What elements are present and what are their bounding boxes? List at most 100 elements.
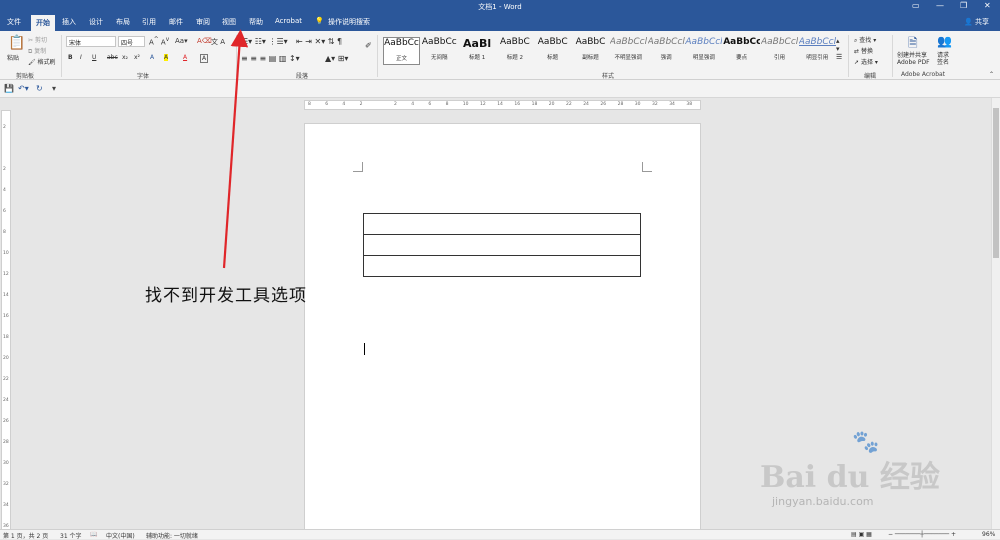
create-share-line1: 创建并共享 bbox=[897, 52, 928, 59]
table-row[interactable] bbox=[363, 255, 641, 277]
style-name: 标题 1 bbox=[468, 55, 486, 61]
style-item[interactable]: AaBl 标题 1 bbox=[459, 37, 496, 65]
status-bar: 第 1 页，共 2 页 31 个字 📖 中文(中国) 辅助功能: 一切就绪 ▤ … bbox=[0, 529, 1000, 540]
style-item[interactable]: AaBbCcl 要点 bbox=[723, 37, 760, 65]
customize-qat-icon[interactable]: ▾ bbox=[52, 84, 56, 93]
cut-button[interactable]: ✂ 剪切 bbox=[28, 35, 47, 44]
request-sign-line1: 请求 bbox=[937, 52, 950, 59]
style-item[interactable]: AaBbC 副标题 bbox=[572, 37, 609, 65]
tab-mailings[interactable]: 邮件 bbox=[169, 17, 183, 27]
paste-icon[interactable]: 📋 bbox=[8, 35, 25, 51]
bold-button[interactable]: B bbox=[68, 54, 73, 61]
clear-format-icon[interactable]: A⌫ bbox=[197, 37, 212, 45]
subscript-button[interactable]: x₂ bbox=[122, 54, 128, 61]
style-item[interactable]: AaBbC 标题 2 bbox=[496, 37, 533, 65]
tab-layout[interactable]: 布局 bbox=[116, 17, 130, 27]
superscript-button[interactable]: x² bbox=[134, 54, 140, 61]
tab-view[interactable]: 视图 bbox=[222, 17, 236, 27]
tab-references[interactable]: 引用 bbox=[142, 17, 156, 27]
italic-button[interactable]: I bbox=[80, 54, 82, 61]
create-share-line2: Adobe PDF bbox=[897, 59, 930, 66]
view-mode-icons[interactable]: ▤ ▣ ▦ bbox=[851, 531, 872, 538]
scrollbar-thumb[interactable] bbox=[993, 108, 999, 258]
tell-me-search[interactable]: 操作说明搜索 bbox=[328, 17, 370, 27]
style-sample: AaBbCcl bbox=[609, 37, 647, 47]
replace-button[interactable]: ⇄ 替换 bbox=[854, 46, 873, 55]
table-cell[interactable] bbox=[363, 234, 641, 256]
style-name: 明显强调 bbox=[692, 55, 715, 61]
proofing-icon[interactable]: 📖 bbox=[90, 531, 97, 538]
tab-help[interactable]: 帮助 bbox=[249, 17, 263, 27]
collapse-ribbon-icon[interactable]: ⌃ bbox=[989, 71, 994, 78]
find-button[interactable]: ⌕ 查找 ▾ bbox=[854, 35, 876, 45]
tab-home[interactable]: 开始 bbox=[31, 15, 55, 32]
copy-label: 复制 bbox=[34, 48, 47, 55]
style-item[interactable]: AaBbCcl 不明显强调 bbox=[610, 37, 647, 65]
select-button[interactable]: ➚ 选择 ▾ bbox=[854, 57, 878, 66]
strikethrough-button[interactable]: abc bbox=[107, 54, 118, 61]
copy-button[interactable]: ⧉ 复制 bbox=[28, 46, 46, 56]
style-item[interactable]: AaBbCc 无间隔 bbox=[421, 37, 458, 65]
tab-file[interactable]: 文件 bbox=[7, 17, 21, 27]
ruler-tick: 8 bbox=[445, 102, 449, 107]
document-page[interactable] bbox=[304, 123, 701, 533]
styles-scroll-icon[interactable]: ▴ ▾ ☰ bbox=[836, 37, 842, 61]
ruler-tick: 2 bbox=[394, 102, 397, 107]
horizontal-ruler[interactable]: 8 6 4 2 2 4 6 8 10 12 14 16 18 20 22 24 26 28 30 32 34 38 bbox=[304, 100, 701, 110]
vertical-scrollbar[interactable] bbox=[991, 98, 1000, 529]
char-border-button[interactable]: A bbox=[200, 54, 209, 63]
table-row[interactable] bbox=[363, 213, 641, 235]
document-table[interactable] bbox=[363, 213, 641, 277]
style-item[interactable]: AaBbCcl 强调 bbox=[648, 37, 685, 65]
highlight-button[interactable]: A bbox=[164, 54, 169, 61]
style-item[interactable]: AaBbCcl 明显强调 bbox=[685, 37, 722, 65]
bullets-icon[interactable]: ☰▾ ☷▾ ⋮☰▾ bbox=[241, 37, 288, 46]
zoom-slider[interactable]: − ───────┼─────── + bbox=[888, 531, 956, 538]
share-button[interactable]: 👤 共享 bbox=[964, 17, 989, 27]
cut-label: 剪切 bbox=[34, 37, 47, 44]
font-size-select[interactable]: 四号 bbox=[118, 36, 145, 47]
style-name: 引用 bbox=[773, 55, 785, 61]
tab-design[interactable]: 设计 bbox=[89, 17, 103, 27]
table-cell[interactable] bbox=[363, 255, 641, 277]
paste-button[interactable]: 粘贴 bbox=[7, 53, 19, 62]
tab-review[interactable]: 审阅 bbox=[196, 17, 210, 27]
underline-button[interactable]: U bbox=[92, 54, 96, 61]
ruler-tick: 4 bbox=[342, 102, 346, 107]
change-case-icon[interactable]: Aa▾ bbox=[175, 37, 188, 45]
grow-font-icon[interactable]: A^ Av bbox=[149, 37, 169, 46]
table-row[interactable] bbox=[363, 234, 641, 256]
table-cell[interactable] bbox=[363, 213, 641, 235]
tab-insert[interactable]: 插入 bbox=[62, 17, 76, 27]
create-share-pdf-button[interactable]: 创建并共享 Adobe PDF bbox=[897, 52, 930, 66]
tab-acrobat[interactable]: Acrobat bbox=[275, 17, 302, 25]
request-signature-button[interactable]: 请求 签名 bbox=[937, 52, 949, 66]
close-button[interactable]: ✕ bbox=[984, 1, 991, 10]
watermark-logo: Bai du 经验 bbox=[760, 460, 940, 495]
save-icon[interactable]: 💾 bbox=[4, 84, 14, 93]
vertical-ruler[interactable]: 2 2 4 6 8 10 12 14 16 18 20 22 24 26 28 30 32 34 36 bbox=[1, 110, 11, 530]
ruler-tick: 10 bbox=[462, 102, 469, 107]
minimize-button[interactable]: — bbox=[936, 1, 944, 10]
redo-icon[interactable]: ↻ bbox=[36, 84, 43, 93]
text-effects-button[interactable]: A bbox=[150, 54, 154, 61]
shading-icon[interactable]: ▲▾ ⊞▾ bbox=[325, 54, 348, 63]
ribbon-display-options-icon[interactable]: ▭ bbox=[912, 1, 920, 10]
align-icon[interactable]: ≡ ≡ ≡ ▤ ▥ ↕▾ bbox=[241, 54, 300, 63]
watermark-url: jingyan.baidu.com bbox=[772, 495, 874, 508]
indent-icon[interactable]: ⇤ ⇥ ✕▾ ⇅ ¶ bbox=[296, 37, 342, 46]
format-painter-button[interactable]: 🖌 格式刷 bbox=[28, 57, 56, 66]
style-item[interactable]: AaBbC 标题 bbox=[534, 37, 571, 65]
style-item[interactable]: AaBbCc 正文 bbox=[383, 37, 420, 65]
font-color-button[interactable]: A bbox=[183, 54, 187, 61]
undo-icon[interactable]: ↶▾ bbox=[18, 84, 29, 93]
style-sample: AaBbCcl bbox=[723, 37, 761, 47]
phonetic-guide-icon[interactable]: 文 A bbox=[211, 37, 225, 47]
style-name: 正文 bbox=[395, 56, 407, 62]
font-name-select[interactable]: 宋体 bbox=[66, 36, 116, 47]
style-item[interactable]: AaBbCcl 明显引用 bbox=[799, 37, 836, 65]
style-item[interactable]: AaBbCcl 引用 bbox=[761, 37, 798, 65]
restore-button[interactable]: ❐ bbox=[960, 1, 967, 10]
zoom-level[interactable]: 96% bbox=[982, 531, 995, 538]
style-pane-icon[interactable]: ✐ bbox=[365, 41, 372, 50]
